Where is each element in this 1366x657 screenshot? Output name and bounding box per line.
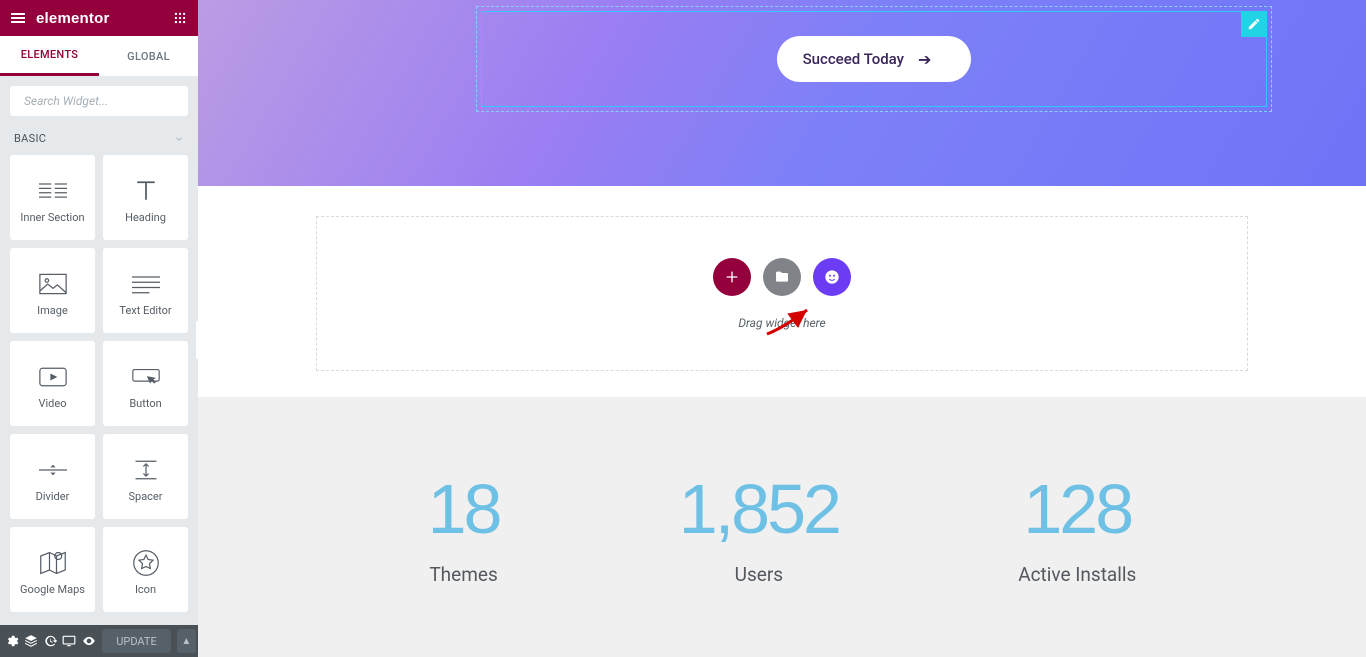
widget-icon[interactable]: Icon (103, 527, 188, 612)
sidebar-search (0, 76, 198, 126)
stat-label: Users (679, 563, 839, 586)
add-template-button[interactable] (763, 258, 801, 296)
apps-icon[interactable] (162, 0, 198, 36)
widget-label: Divider (36, 490, 70, 503)
column-outline[interactable]: Succeed Today ➔ (481, 11, 1267, 107)
map-icon (39, 549, 67, 577)
sidebar-tabs: ELEMENTS GLOBAL (0, 36, 198, 76)
widget-google-maps[interactable]: Google Maps (10, 527, 95, 612)
widget-video[interactable]: Video (10, 341, 95, 426)
widget-label: Google Maps (20, 583, 85, 596)
widget-label: Image (37, 304, 68, 317)
sidebar-header: elementor (0, 0, 198, 36)
widget-group-label: BASIC (14, 132, 46, 145)
stat-users: 1,852 Users (679, 469, 839, 586)
responsive-icon[interactable] (60, 625, 79, 657)
stat-installs: 128 Active Installs (1018, 469, 1136, 586)
widget-image[interactable]: Image (10, 248, 95, 333)
video-icon (39, 363, 67, 391)
stat-value: 1,852 (679, 469, 839, 549)
widget-spacer[interactable]: Spacer (103, 434, 188, 519)
widget-grid: Inner Section Heading Image Text Editor … (0, 155, 198, 612)
hero-section: Succeed Today ➔ (198, 0, 1366, 186)
divider-icon (39, 456, 67, 484)
stats-band: 18 Themes 1,852 Users 128 Active Install… (198, 397, 1366, 657)
search-box[interactable] (10, 86, 188, 116)
stat-themes: 18 Themes (428, 469, 500, 586)
widget-group-basic[interactable]: BASIC (0, 126, 198, 155)
brand-title: elementor (36, 10, 162, 27)
new-section-buttons (713, 258, 851, 296)
widget-label: Inner Section (20, 211, 84, 224)
add-section-button[interactable] (713, 258, 751, 296)
widget-divider[interactable]: Divider (10, 434, 95, 519)
widget-label: Text Editor (119, 304, 171, 317)
stat-value: 18 (428, 469, 500, 549)
menu-icon[interactable] (0, 0, 36, 36)
stat-label: Themes (428, 563, 500, 586)
tab-global[interactable]: GLOBAL (99, 36, 198, 76)
sidebar-footer: UPDATE ▲ (0, 625, 198, 657)
succeed-today-button[interactable]: Succeed Today ➔ (777, 36, 972, 82)
ai-face-icon (824, 269, 840, 285)
spacer-icon (132, 456, 160, 484)
elementor-sidebar: elementor ELEMENTS GLOBAL BASIC Inner Se… (0, 0, 198, 657)
widget-label: Video (39, 397, 67, 410)
widget-button[interactable]: Button (103, 341, 188, 426)
update-options-caret[interactable]: ▲ (177, 629, 196, 653)
text-editor-icon (132, 270, 160, 298)
inner-section-icon (39, 177, 67, 205)
star-icon (132, 549, 160, 577)
ai-button[interactable] (813, 258, 851, 296)
editor-canvas: Succeed Today ➔ Drag widget here 18 Th (198, 0, 1366, 657)
arrow-right-icon: ➔ (918, 50, 931, 69)
button-icon (132, 363, 160, 391)
update-button[interactable]: UPDATE (102, 629, 170, 653)
preview-icon[interactable] (79, 625, 98, 657)
add-new-section[interactable]: Drag widget here (316, 216, 1248, 371)
section-outline[interactable]: Succeed Today ➔ (476, 6, 1272, 112)
widget-heading[interactable]: Heading (103, 155, 188, 240)
heading-icon (132, 177, 160, 205)
history-icon[interactable] (41, 625, 60, 657)
drop-hint: Drag widget here (738, 316, 825, 330)
navigator-icon[interactable] (21, 625, 40, 657)
chevron-down-icon (174, 134, 184, 144)
folder-icon (774, 269, 790, 285)
widget-label: Heading (125, 211, 166, 224)
image-icon (39, 270, 67, 298)
stat-label: Active Installs (1018, 563, 1136, 586)
settings-icon[interactable] (2, 625, 21, 657)
edit-column-icon[interactable] (1241, 11, 1267, 37)
widget-inner-section[interactable]: Inner Section (10, 155, 95, 240)
widget-label: Icon (135, 583, 156, 596)
widget-label: Spacer (128, 490, 162, 503)
plus-icon (724, 269, 740, 285)
button-label: Succeed Today (803, 50, 904, 68)
tab-elements[interactable]: ELEMENTS (0, 36, 99, 76)
search-input[interactable] (24, 94, 180, 108)
widget-label: Button (129, 397, 161, 410)
widget-text-editor[interactable]: Text Editor (103, 248, 188, 333)
stat-value: 128 (1018, 469, 1136, 549)
